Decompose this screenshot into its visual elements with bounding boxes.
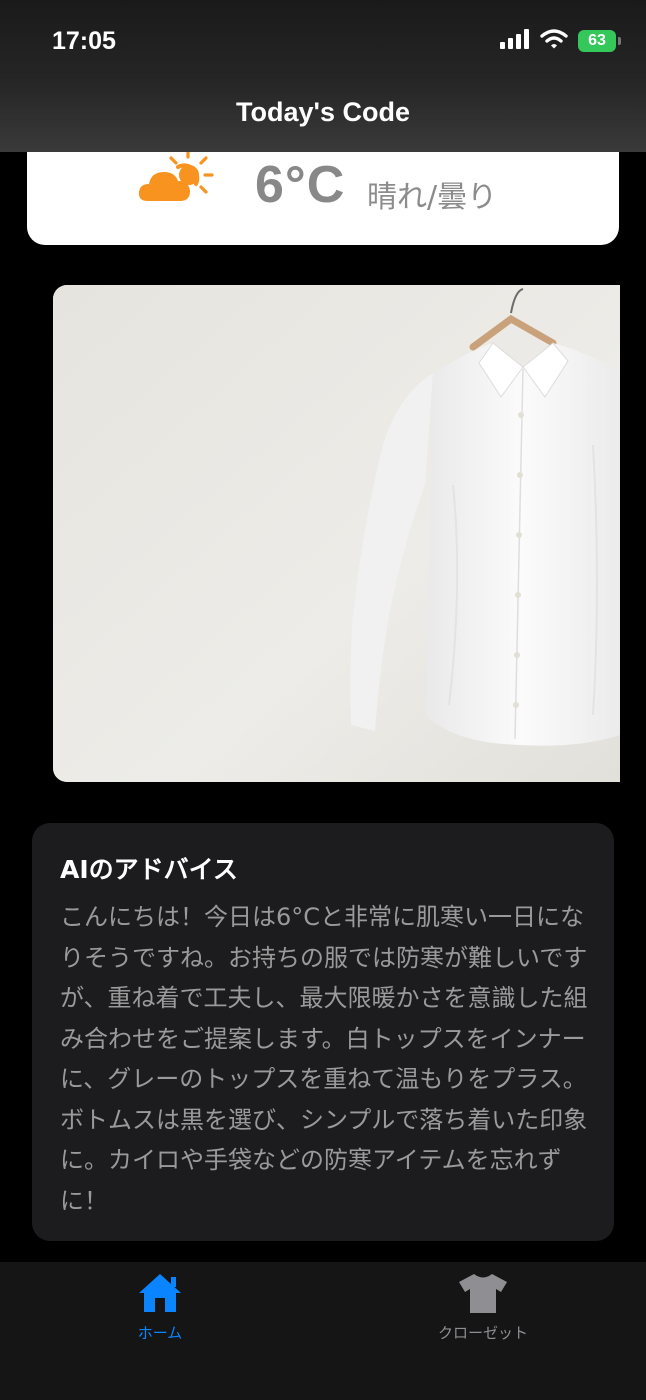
temperature: 6°C <box>255 156 346 214</box>
tab-home-label: ホーム <box>137 1324 183 1342</box>
advice-title: AIのアドバイス <box>60 855 238 884</box>
tab-closet-label: クローゼット <box>437 1324 528 1342</box>
tab-bar: ホーム クローゼット <box>0 1262 646 1400</box>
ai-advice-card: AIのアドバイス こんにちは！今日は6°Cと非常に肌寒い一日になりそうですね。お… <box>32 823 614 1241</box>
signal-icon <box>500 29 530 53</box>
wifi-icon <box>540 29 568 53</box>
tshirt-icon <box>457 1274 509 1318</box>
partly-cloudy-sun-icon <box>138 148 222 208</box>
outfit-image[interactable] <box>53 285 620 782</box>
navigation-bar: 17:05 63 Today's Code <box>0 0 646 152</box>
tab-closet[interactable]: クローゼット <box>403 1272 563 1343</box>
battery-level: 63 <box>588 32 606 49</box>
weather-condition: 晴れ/曇り <box>367 180 498 215</box>
scroll-content[interactable]: 6°C 晴れ/曇り AIのアドバイス こんにちは！今日は6°Cと非常に肌寒い一日… <box>0 0 646 1262</box>
status-time: 17:05 <box>52 27 116 55</box>
tab-home[interactable]: ホーム <box>80 1272 240 1343</box>
house-icon <box>137 1274 183 1318</box>
page-title: Today's Code <box>236 97 410 127</box>
status-icons: 63 <box>500 29 621 53</box>
advice-text: こんにちは！今日は6°Cと非常に肌寒い一日になりそうですね。お持ちの服では防寒が… <box>60 903 588 1215</box>
battery-icon: 63 <box>578 30 621 52</box>
